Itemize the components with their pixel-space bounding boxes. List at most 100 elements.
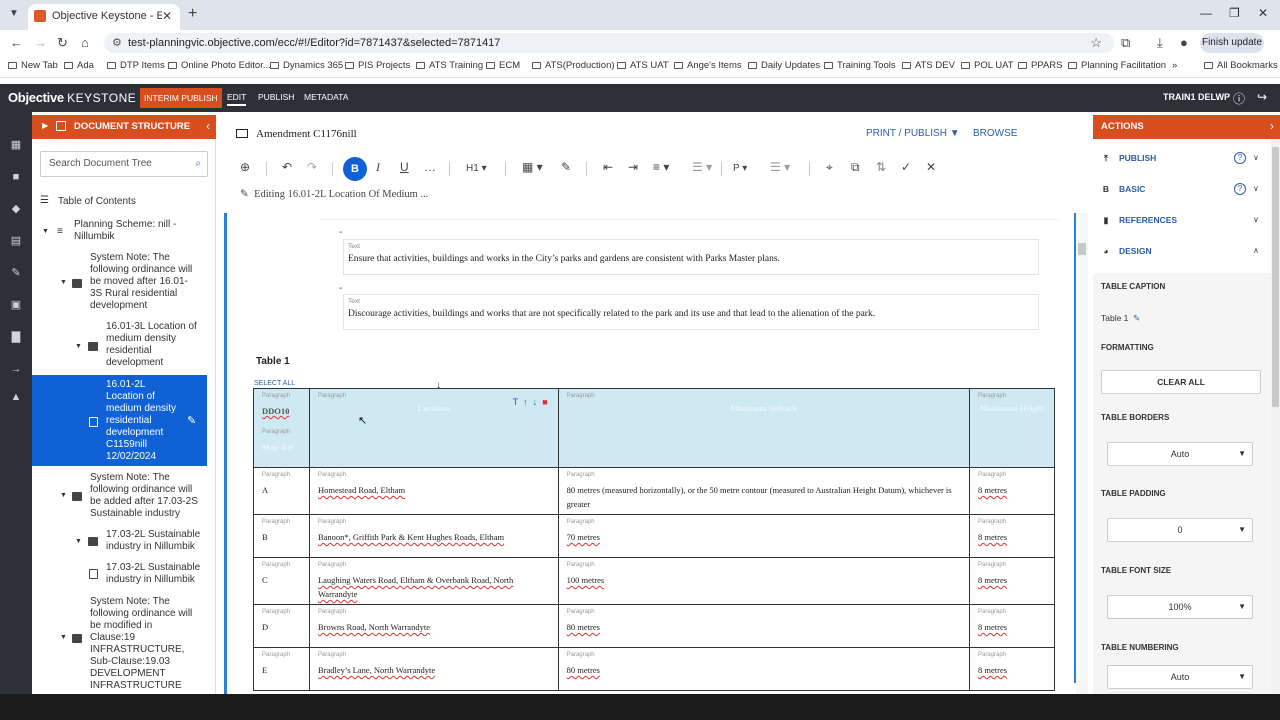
table-font-size-select[interactable]: 100% ▼ <box>1107 595 1253 619</box>
edit-icon[interactable]: ✎ <box>9 266 23 280</box>
cell-text[interactable]: 100 metres <box>567 575 605 585</box>
search-document-tree-input[interactable]: Search Document Tree ⌕ <box>40 151 208 177</box>
move-down-icon[interactable]: ↓ <box>533 397 538 407</box>
header-cell-ref[interactable]: Paragraph DDO10 Paragraph Map Ref <box>253 388 310 468</box>
bookmark-item[interactable]: Ange's Items <box>674 60 742 71</box>
media-icon[interactable]: ▣ <box>9 298 23 312</box>
tree-item-planning-scheme[interactable]: Planning Scheme: nill - Nillumbik <box>74 219 194 243</box>
tab-edit[interactable]: EDIT <box>227 92 247 106</box>
editor-scrollbar[interactable] <box>1076 213 1088 694</box>
table-borders-select[interactable]: Auto ▼ <box>1107 442 1253 466</box>
table-cell[interactable]: Paragraph Banoon*, Griffith Park & Kent H… <box>308 514 559 558</box>
table-cell[interactable]: Paragraph 100 metres <box>557 557 971 605</box>
close-tab-icon[interactable]: ✕ <box>162 9 172 23</box>
table-cell[interactable]: Paragraph Homestead Road, Eltham <box>308 467 559 515</box>
table-cell[interactable]: Paragraph 70 metres <box>557 514 971 558</box>
expand-toggle-icon[interactable]: ▼ <box>60 492 67 499</box>
shield-icon[interactable]: ◆ <box>9 202 23 216</box>
underline-button[interactable]: U <box>400 160 409 174</box>
tree-item-17-03-2l-a[interactable]: 17.03-2L Sustainable industry in Nillumb… <box>106 529 202 553</box>
indent-icon[interactable]: ⇥ <box>628 160 638 174</box>
table-cell[interactable]: Paragraph 8 metres <box>969 647 1055 691</box>
text-block-1[interactable]: Text Ensure that activities, buildings a… <box>343 239 1039 275</box>
table-cell[interactable]: Paragraph 8 metres <box>969 604 1055 648</box>
cell-text[interactable]: Bradley’s Lane, North Warrandyte <box>318 665 435 675</box>
outdent-icon[interactable]: ⇤ <box>603 160 613 174</box>
header-cell-text[interactable]: Minimum Setback <box>567 403 961 413</box>
forward-icon[interactable]: → <box>34 35 47 50</box>
interim-publish-button[interactable]: INTERIM PUBLISH <box>140 88 222 108</box>
cell-text[interactable]: Browns Road, North Warrandyte <box>318 622 430 632</box>
minimize-icon[interactable]: — <box>1200 6 1212 20</box>
text-block-2[interactable]: Text Discourage activities, buildings an… <box>343 294 1039 330</box>
table-cell[interactable]: Paragraph Bradley’s Lane, North Warrandyt… <box>308 647 559 691</box>
text-block-content[interactable]: Discourage activities, buildings and wor… <box>348 309 875 319</box>
table-cell[interactable]: Paragraph A <box>253 467 310 515</box>
bookmark-item[interactable]: ATS(Production) <box>532 60 615 71</box>
text-block-content[interactable]: Ensure that activities, buildings and wo… <box>348 254 780 264</box>
paragraph-select[interactable]: P ▾ <box>733 163 747 174</box>
chevron-down-icon[interactable]: ∨ <box>1253 184 1259 193</box>
cell-text[interactable]: B <box>262 532 268 542</box>
bookmark-item[interactable]: Daily Updates <box>748 60 820 71</box>
print-publish-button[interactable]: PRINT / PUBLISH ▼ <box>866 128 960 139</box>
cell-text[interactable]: 8 metres <box>978 575 1007 585</box>
heading-select[interactable]: H1 ▾ <box>466 163 487 174</box>
bookmark-item[interactable]: ATS UAT <box>617 60 669 71</box>
bookmark-item[interactable]: Dynamics 365 <box>270 60 343 71</box>
move-up-icon[interactable]: ↑ <box>523 397 528 407</box>
bookmark-item[interactable]: ATS Training <box>416 60 483 71</box>
bookmark-star-icon[interactable]: ☆ <box>1090 35 1102 51</box>
cell-text[interactable]: Laughing Waters Road, Eltham & Overbank … <box>318 575 513 599</box>
logout-icon[interactable]: ↪ <box>1257 90 1267 104</box>
cell-text[interactable]: 8 metres <box>978 532 1007 542</box>
reject-icon[interactable]: ✕ <box>926 160 936 174</box>
header-cell-location[interactable]: Paragraph Location T ↑ ↓ ■ <box>308 388 559 468</box>
cell-text[interactable]: C <box>262 575 268 585</box>
site-info-icon[interactable]: ⚙ <box>112 36 122 49</box>
table-icon[interactable]: ▦ ▾ <box>522 160 543 174</box>
all-bookmarks[interactable]: All Bookmarks <box>1204 60 1278 71</box>
extensions-icon[interactable]: ⧉ <box>1121 35 1130 51</box>
insert-icon[interactable]: ⊕ <box>240 160 250 174</box>
cell-text[interactable]: 80 metres <box>567 622 600 632</box>
tab-metadata[interactable]: METADATA <box>304 92 348 102</box>
help-circle-icon[interactable]: ? <box>1234 183 1246 195</box>
dashboard-icon[interactable]: ▦ <box>9 138 23 152</box>
table-cell[interactable]: Paragraph 80 metres <box>557 647 971 691</box>
table-cell[interactable]: Paragraph 8 metres <box>969 514 1055 558</box>
bookmark-item[interactable]: Ada <box>64 60 94 71</box>
profile-icon[interactable]: ● <box>1180 35 1188 50</box>
table-cell[interactable]: Paragraph B <box>253 514 310 558</box>
finish-update-button[interactable]: Finish update <box>1200 33 1264 53</box>
bullet-list-icon[interactable]: ☰ ▾ <box>770 160 790 174</box>
table-cell[interactable]: Paragraph Laughing Waters Road, Eltham & … <box>308 557 559 605</box>
tree-item-system-note-1[interactable]: System Note: The following ordinance wil… <box>90 252 198 312</box>
expand-toggle-icon[interactable]: ▼ <box>75 538 82 545</box>
table-cell[interactable]: Paragraph 8 metres <box>969 557 1055 605</box>
cell-text[interactable]: 80 metres (measured horizontally), or th… <box>567 485 952 509</box>
restore-icon[interactable]: ❐ <box>1229 6 1240 20</box>
back-icon[interactable]: ← <box>10 35 23 50</box>
actions-scrollbar[interactable] <box>1271 139 1280 694</box>
align-icon[interactable]: ≡ ▾ <box>653 160 669 174</box>
table-cell[interactable]: Paragraph Browns Road, North Warrandyte <box>308 604 559 648</box>
action-publish[interactable]: ⤒ PUBLISH <box>1101 153 1156 164</box>
tree-item-system-note-2[interactable]: System Note: The following ordinance wil… <box>90 472 198 520</box>
cell-text[interactable]: 8 metres <box>978 622 1007 632</box>
collapse-actions-icon[interactable]: › <box>1270 119 1274 133</box>
tree-item-system-note-3[interactable]: System Note: The following ordinance wil… <box>90 596 198 692</box>
undo-icon[interactable]: ↶ <box>282 160 292 174</box>
header-cell-height[interactable]: Paragraph Maximum Height <box>969 388 1055 468</box>
url-field[interactable]: ⚙ test-planningvic.objective.com/ecc/#!/… <box>104 33 1114 53</box>
table-of-contents-item[interactable]: Table of Contents <box>58 196 136 208</box>
tree-item-16-01-2l-selected[interactable]: 16.01-2L Location of medium density resi… <box>32 375 207 466</box>
expand-toggle-icon[interactable]: ▼ <box>60 279 67 286</box>
collapse-panel-icon[interactable]: ‹ <box>206 119 210 133</box>
table-cell[interactable]: Paragraph 8 metres <box>969 467 1055 515</box>
action-design[interactable]: ◕ DESIGN <box>1101 246 1151 256</box>
scrollbar-thumb[interactable] <box>1272 147 1279 407</box>
header-cell-text[interactable]: Map Ref <box>262 442 294 452</box>
browse-button[interactable]: BROWSE <box>973 128 1017 139</box>
cell-text[interactable]: 70 metres <box>567 532 600 542</box>
